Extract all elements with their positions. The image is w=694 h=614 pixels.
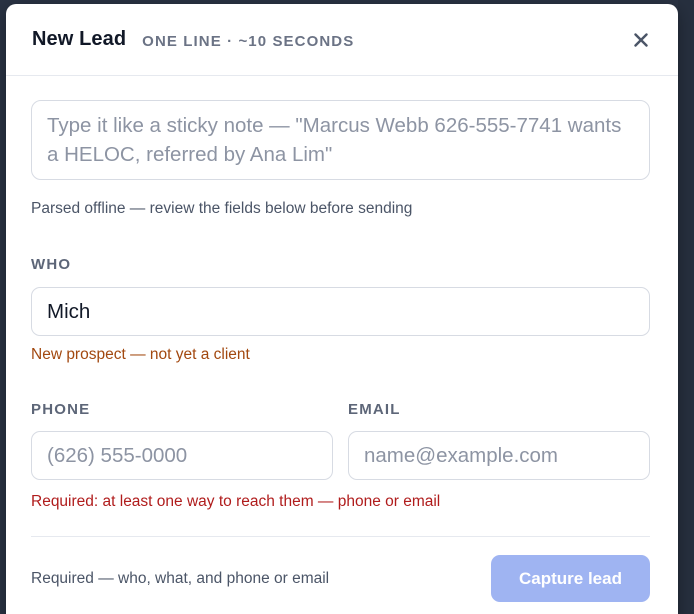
phone-input[interactable] bbox=[31, 431, 333, 480]
contact-required-error: Required: at least one way to reach them… bbox=[31, 493, 441, 510]
footer-divider bbox=[31, 536, 650, 537]
new-lead-modal: New Lead ONE LINE · ~10 SECONDS Parsed o… bbox=[6, 4, 678, 614]
email-input[interactable] bbox=[348, 431, 650, 480]
modal-body: Parsed offline — review the fields below… bbox=[6, 76, 678, 602]
who-label: WHO bbox=[31, 256, 72, 273]
phone-label: PHONE bbox=[31, 401, 91, 418]
email-column: EMAIL bbox=[348, 401, 650, 480]
capture-lead-button[interactable]: Capture lead bbox=[491, 555, 650, 602]
contact-row: PHONE EMAIL bbox=[31, 401, 653, 480]
close-icon bbox=[634, 33, 648, 47]
modal-subtitle: ONE LINE · ~10 SECONDS bbox=[142, 32, 355, 50]
modal-footer: Required — who, what, and phone or email… bbox=[31, 555, 650, 602]
who-input[interactable] bbox=[31, 287, 650, 336]
modal-title: New Lead bbox=[32, 28, 127, 50]
prospect-status: New prospect — not yet a client bbox=[31, 346, 250, 363]
email-label: EMAIL bbox=[348, 401, 401, 418]
required-fields-note: Required — who, what, and phone or email bbox=[31, 569, 330, 587]
parse-note: Parsed offline — review the fields below… bbox=[31, 200, 413, 217]
backdrop-edge bbox=[678, 0, 694, 614]
quick-entry-input[interactable] bbox=[31, 100, 650, 180]
close-button[interactable] bbox=[630, 29, 652, 51]
phone-column: PHONE bbox=[31, 401, 333, 480]
modal-header: New Lead ONE LINE · ~10 SECONDS bbox=[6, 4, 678, 76]
